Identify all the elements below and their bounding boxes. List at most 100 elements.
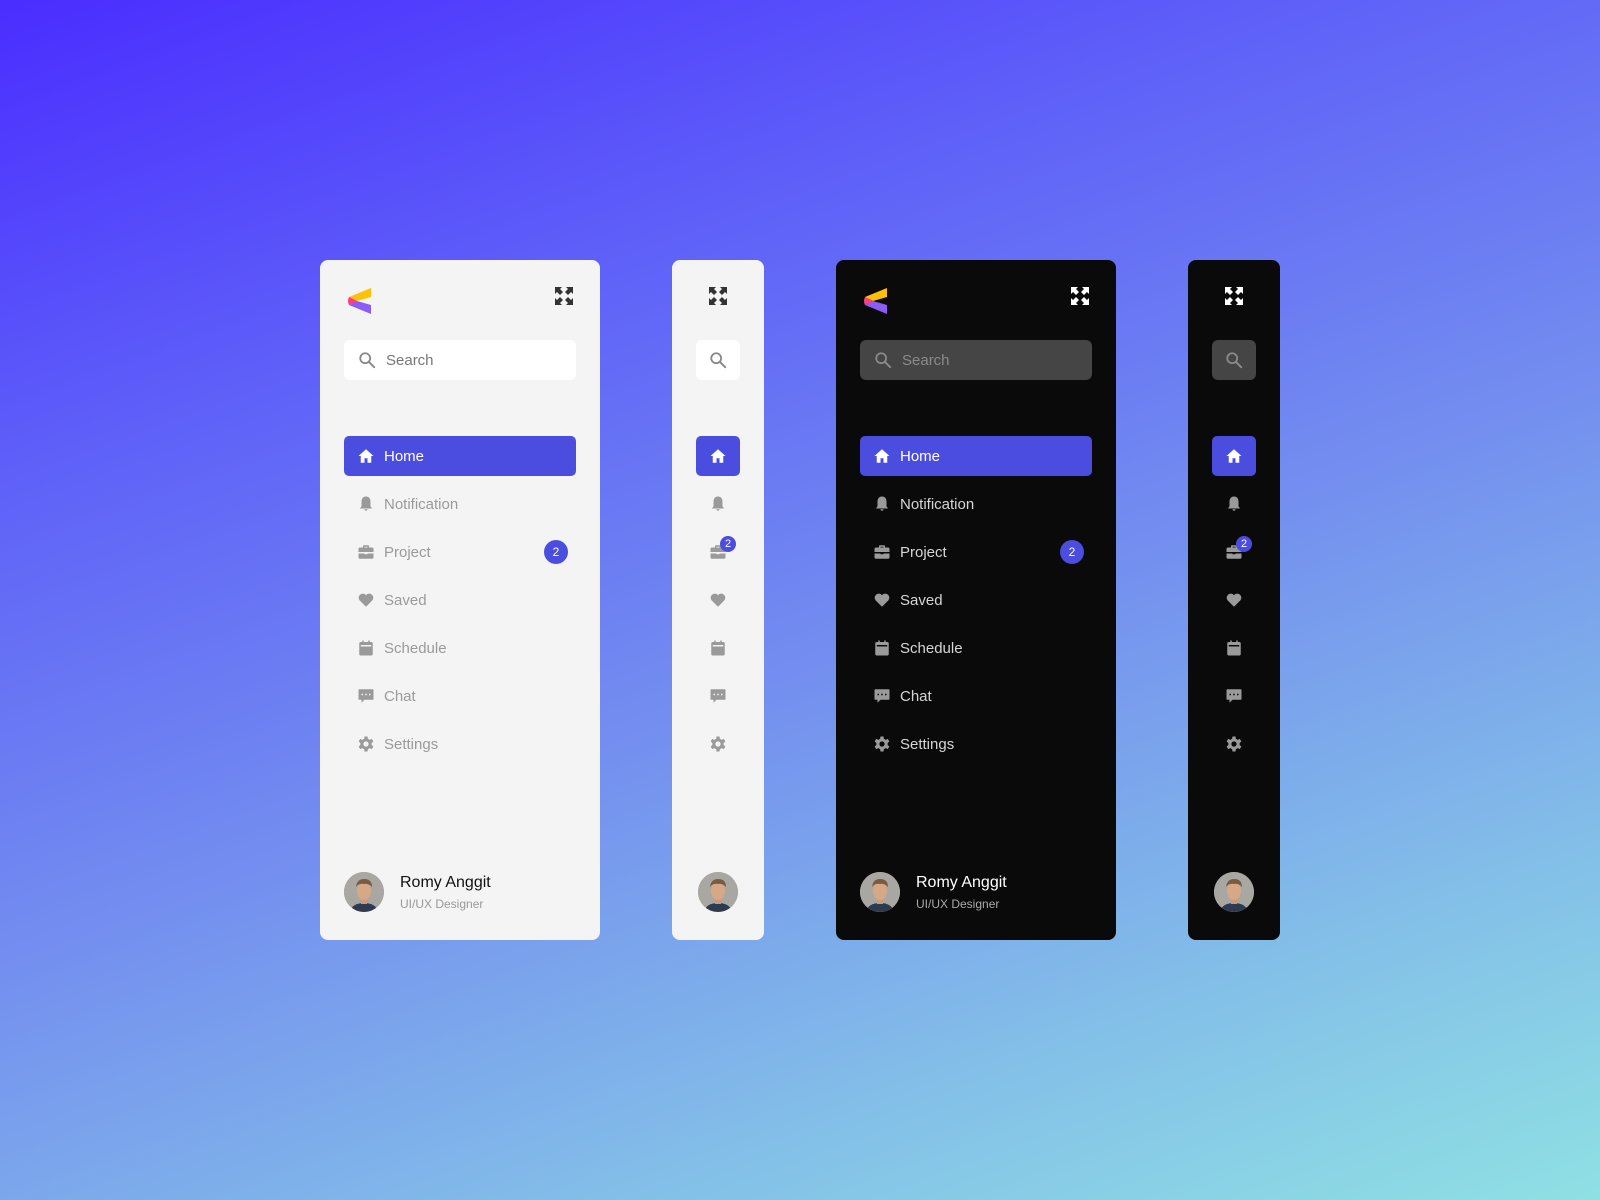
nav-menu: Home Notification Project 2 Saved Schedu… — [860, 436, 1092, 772]
nav-item-saved[interactable] — [696, 580, 740, 620]
nav-item-settings[interactable]: Settings — [860, 724, 1092, 764]
gear-icon — [1225, 735, 1243, 753]
nav-item-project[interactable]: 2 — [696, 532, 740, 572]
nav-label: Settings — [384, 735, 439, 753]
nav-item-home[interactable] — [1212, 436, 1256, 476]
nav-label: Home — [384, 447, 425, 465]
nav-item-schedule[interactable]: Schedule — [344, 628, 576, 668]
user-profile[interactable] — [1214, 872, 1254, 912]
nav-label: Project — [384, 543, 431, 561]
nav-item-schedule[interactable]: Schedule — [860, 628, 1092, 668]
nav-item-schedule[interactable] — [1212, 628, 1256, 668]
nav-item-notification[interactable] — [1212, 484, 1256, 524]
calendar-icon — [357, 639, 375, 657]
nav-label: Schedule — [900, 639, 963, 657]
nav-item-saved[interactable] — [1212, 580, 1256, 620]
count-badge: 2 — [544, 540, 568, 564]
profile-name: Romy Anggit — [400, 873, 491, 891]
avatar[interactable] — [698, 872, 738, 912]
nav-label: Schedule — [384, 639, 447, 657]
profile-role: UI/UX Designer — [916, 896, 1000, 911]
nav-label: Saved — [384, 591, 427, 609]
calendar-icon — [873, 639, 891, 657]
nav-label: Notification — [900, 495, 975, 513]
search-icon — [358, 351, 376, 369]
nav-item-notification[interactable]: Notification — [344, 484, 576, 524]
nav-menu: 2 — [696, 436, 740, 772]
heart-icon — [709, 591, 727, 609]
nav-item-notification[interactable] — [696, 484, 740, 524]
nav-item-chat[interactable]: Chat — [860, 676, 1092, 716]
user-profile[interactable]: Romy Anggit UI/UX Designer — [344, 872, 491, 912]
nav-item-chat[interactable] — [696, 676, 740, 716]
sidebar-dark-collapsed: 2 — [1188, 260, 1280, 940]
user-profile[interactable]: Romy Anggit UI/UX Designer — [860, 872, 1007, 912]
search-input[interactable] — [900, 350, 1084, 370]
home-icon — [357, 447, 375, 465]
nav-item-project[interactable]: Project 2 — [860, 532, 1092, 572]
nav-item-settings[interactable] — [696, 724, 740, 764]
search-icon[interactable] — [709, 351, 727, 369]
logo[interactable] — [347, 287, 373, 315]
avatar[interactable] — [1214, 872, 1254, 912]
nav-item-project[interactable]: Project 2 — [344, 532, 576, 572]
avatar[interactable] — [344, 872, 384, 912]
chat-icon — [1225, 687, 1243, 705]
nav-item-chat[interactable]: Chat — [344, 676, 576, 716]
nav-item-home[interactable]: Home — [344, 436, 576, 476]
gear-icon — [709, 735, 727, 753]
user-profile[interactable] — [698, 872, 738, 912]
gear-icon — [357, 735, 375, 753]
home-icon — [1225, 447, 1243, 465]
nav-item-saved[interactable]: Saved — [860, 580, 1092, 620]
search-icon[interactable] — [1225, 351, 1243, 369]
nav-item-home[interactable]: Home — [860, 436, 1092, 476]
count-badge: 2 — [720, 536, 736, 552]
search-input[interactable] — [384, 350, 568, 370]
bell-icon — [709, 495, 727, 513]
count-badge: 2 — [1060, 540, 1084, 564]
expand-icon[interactable] — [708, 286, 728, 306]
profile-name: Romy Anggit — [916, 873, 1007, 891]
nav-item-chat[interactable] — [1212, 676, 1256, 716]
chat-icon — [357, 687, 375, 705]
home-icon — [709, 447, 727, 465]
nav-label: Settings — [900, 735, 955, 753]
nav-menu: Home Notification Project 2 Saved Schedu… — [344, 436, 576, 772]
calendar-icon — [1225, 639, 1243, 657]
calendar-icon — [709, 639, 727, 657]
nav-label: Notification — [384, 495, 459, 513]
nav-label: Chat — [384, 687, 416, 705]
expand-icon[interactable] — [1224, 286, 1244, 306]
home-icon — [873, 447, 891, 465]
sidebar-light-collapsed: 2 — [672, 260, 764, 940]
briefcase-icon — [873, 543, 891, 561]
heart-icon — [357, 591, 375, 609]
nav-item-schedule[interactable] — [696, 628, 740, 668]
nav-item-saved[interactable]: Saved — [344, 580, 576, 620]
heart-icon — [1225, 591, 1243, 609]
nav-item-settings[interactable]: Settings — [344, 724, 576, 764]
search-box[interactable] — [344, 340, 576, 380]
briefcase-icon — [357, 543, 375, 561]
profile-role: UI/UX Designer — [400, 896, 484, 911]
bell-icon — [1225, 495, 1243, 513]
nav-item-settings[interactable] — [1212, 724, 1256, 764]
bell-icon — [873, 495, 891, 513]
search-box[interactable] — [1212, 340, 1256, 380]
search-box[interactable] — [696, 340, 740, 380]
chat-icon — [873, 687, 891, 705]
search-box[interactable] — [860, 340, 1092, 380]
avatar[interactable] — [860, 872, 900, 912]
sidebar-light-expanded: Home Notification Project 2 Saved Schedu… — [320, 260, 600, 940]
nav-item-home[interactable] — [696, 436, 740, 476]
chat-icon — [709, 687, 727, 705]
nav-label: Home — [900, 447, 941, 465]
expand-icon[interactable] — [554, 286, 574, 306]
nav-item-notification[interactable]: Notification — [860, 484, 1092, 524]
expand-icon[interactable] — [1070, 286, 1090, 306]
sidebar-dark-expanded: Home Notification Project 2 Saved Schedu… — [836, 260, 1116, 940]
logo[interactable] — [863, 287, 889, 315]
nav-label: Project — [900, 543, 947, 561]
nav-item-project[interactable]: 2 — [1212, 532, 1256, 572]
